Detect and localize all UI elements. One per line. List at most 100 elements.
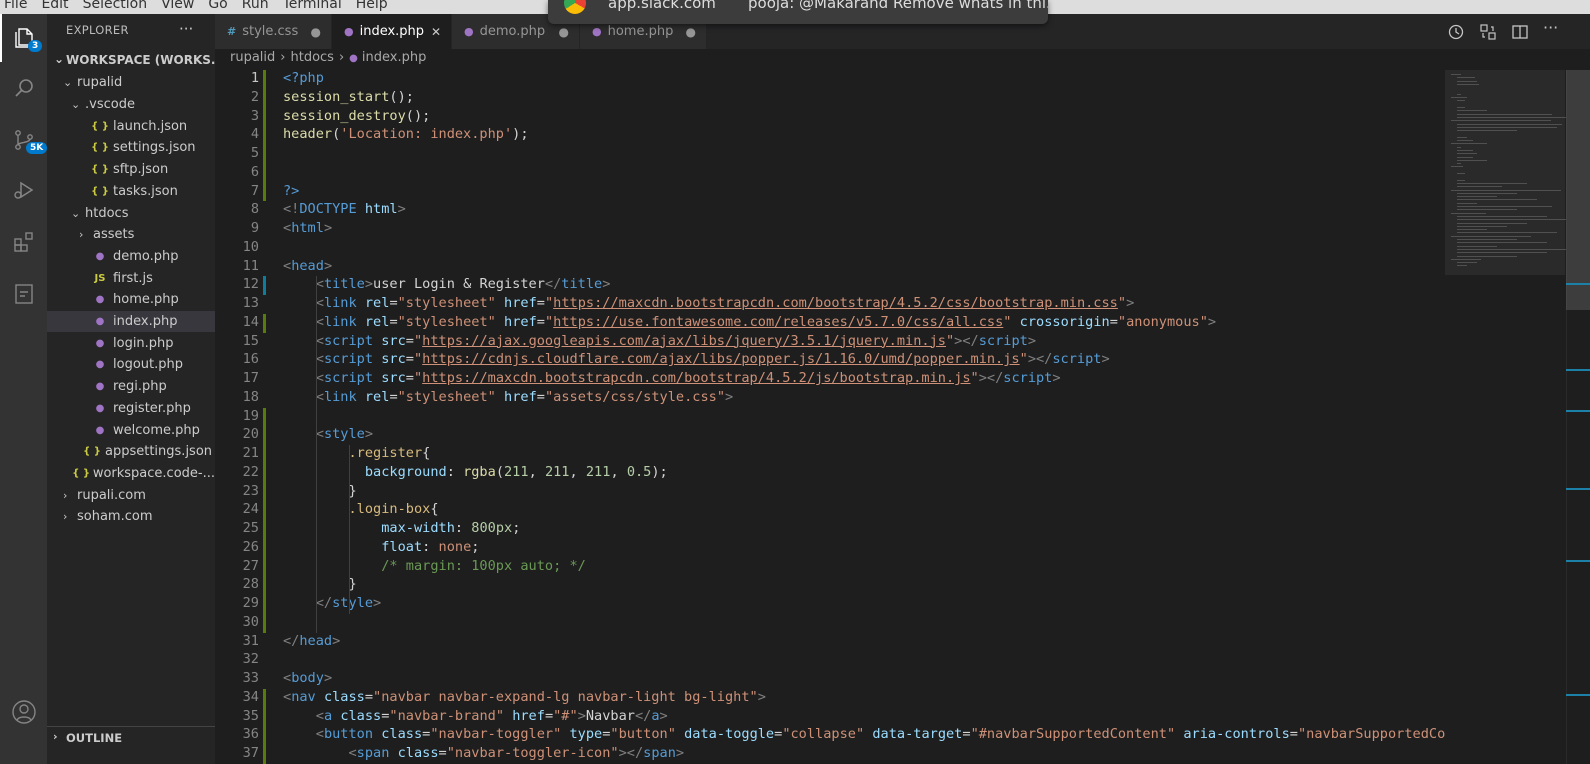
menu-item-edit[interactable]: Edit xyxy=(41,0,68,12)
tree-file[interactable]: ● login.php xyxy=(47,332,215,354)
code-line[interactable]: <script src="https://cdnjs.cloudflare.co… xyxy=(283,351,1110,367)
code-line[interactable]: max-width: 800px; xyxy=(283,520,520,536)
code-line[interactable]: <?php xyxy=(283,70,324,86)
code-line[interactable]: <a class="navbar-brand" href="#">Navbar<… xyxy=(283,708,668,724)
code-line[interactable]: <title>user Login & Register</title> xyxy=(283,276,611,292)
tab-index-php[interactable]: ● index.php ✕ xyxy=(332,14,452,49)
gutter-added-marker[interactable] xyxy=(263,163,266,183)
code-line[interactable]: <link rel="stylesheet" href="https://max… xyxy=(283,295,1135,311)
menu-item-file[interactable]: File xyxy=(4,0,27,12)
gutter-added-marker[interactable] xyxy=(263,520,266,539)
code-line[interactable]: </style> xyxy=(283,595,381,611)
tree-file[interactable]: { } workspace.code-... xyxy=(47,463,215,485)
code-line[interactable]: float: none; xyxy=(283,539,479,555)
code-editor[interactable]: 1 <?php 2 session_start(); 3 session_destroy(… xyxy=(215,70,1445,764)
breadcrumb-item[interactable]: index.php xyxy=(362,50,426,65)
gutter-added-marker[interactable] xyxy=(263,688,266,708)
tree-folder[interactable]: ⌄ rupalid xyxy=(47,72,215,94)
code-line[interactable]: <button class = "navbar-toggler" type = "but… xyxy=(283,726,1445,742)
tree-file[interactable]: { } tasks.json xyxy=(47,181,215,203)
tree-folder[interactable]: ⌄ htdocs xyxy=(47,202,215,224)
menu-item-terminal[interactable]: Terminal xyxy=(283,0,342,12)
gutter-added-marker[interactable] xyxy=(263,145,266,164)
code-line[interactable]: /* margin: 100px auto; */ xyxy=(283,558,586,574)
gutter-added-marker[interactable] xyxy=(263,426,266,445)
tree-folder[interactable]: › rupali.com xyxy=(47,484,215,506)
code-line[interactable]: <span class="navbar-toggler-icon"></span… xyxy=(283,745,684,761)
tree-file[interactable]: ● home.php xyxy=(47,289,215,311)
breadcrumb-item[interactable]: rupalid xyxy=(230,50,275,65)
code-line[interactable]: <style> xyxy=(283,426,373,442)
account-icon[interactable] xyxy=(0,688,47,736)
timeline-icon[interactable] xyxy=(1447,23,1465,45)
split-editor-icon[interactable] xyxy=(1511,23,1529,45)
gutter-added-marker[interactable] xyxy=(263,576,266,595)
code-line[interactable]: background: rgba(211, 211, 211, 0.5); xyxy=(283,464,668,480)
menu-item-help[interactable]: Help xyxy=(356,0,388,12)
notification-toast[interactable]: app.slack.com pooja: @Makarand Remove wh… xyxy=(548,0,1048,24)
gutter-added-marker[interactable] xyxy=(263,613,266,633)
gutter-added-marker[interactable] xyxy=(263,482,266,502)
code-line[interactable]: } xyxy=(283,576,356,592)
explorer-icon[interactable]: 3 xyxy=(0,14,47,62)
gutter-added-marker[interactable] xyxy=(263,182,266,202)
code-line[interactable]: <nav class="navbar navbar-expand-lg navb… xyxy=(283,689,766,705)
more-actions-icon[interactable]: ··· xyxy=(179,20,193,38)
gutter-added-marker[interactable] xyxy=(263,107,266,127)
tree-folder[interactable]: ⌄ .vscode xyxy=(47,94,215,116)
gutter-added-marker[interactable] xyxy=(263,445,266,464)
gutter-added-marker[interactable] xyxy=(263,126,266,145)
code-line[interactable]: </head> xyxy=(283,633,340,649)
gutter-added-marker[interactable] xyxy=(263,745,266,764)
code-line[interactable]: <!DOCTYPE html> xyxy=(283,201,406,217)
code-line[interactable]: <script src="https://maxcdn.bootstrapcdn… xyxy=(283,370,1061,386)
tab-style-css[interactable]: # style.css ● xyxy=(215,14,332,49)
unsaved-dot-icon[interactable]: ● xyxy=(311,25,321,39)
tree-file[interactable]: ● logout.php xyxy=(47,354,215,376)
gutter-added-marker[interactable] xyxy=(263,595,266,614)
code-line[interactable]: <link rel="stylesheet" href="assets/css/… xyxy=(283,389,733,405)
gutter-added-marker[interactable] xyxy=(263,70,266,89)
source-control-icon[interactable]: 5K xyxy=(0,116,48,164)
gutter-added-marker[interactable] xyxy=(263,88,266,108)
tree-file[interactable]: { } launch.json xyxy=(47,115,215,137)
gutter-added-marker[interactable] xyxy=(263,501,266,520)
outline-section[interactable]: › OUTLINE xyxy=(47,726,215,749)
menu-item-selection[interactable]: Selection xyxy=(83,0,148,12)
gutter-modified-marker[interactable] xyxy=(263,276,266,295)
tree-folder[interactable]: › assets xyxy=(47,224,215,246)
code-line[interactable]: <head> xyxy=(283,258,332,274)
code-line[interactable]: } xyxy=(283,483,356,499)
minimap[interactable] xyxy=(1445,70,1567,764)
tree-file[interactable]: JS first.js xyxy=(47,267,215,289)
tree-file[interactable]: ● demo.php xyxy=(47,246,215,268)
more-actions-icon[interactable]: ··· xyxy=(1543,18,1558,37)
menu-item-go[interactable]: Go xyxy=(208,0,227,12)
tree-folder[interactable]: › soham.com xyxy=(47,506,215,528)
gutter-added-marker[interactable] xyxy=(263,726,266,745)
tree-file[interactable]: { } settings.json xyxy=(47,137,215,159)
gutter-added-marker[interactable] xyxy=(263,313,266,333)
gutter-added-marker[interactable] xyxy=(263,557,266,577)
menu-item-view[interactable]: View xyxy=(161,0,194,12)
code-line[interactable]: <script src="https://ajax.googleapis.com… xyxy=(283,333,1036,349)
search-icon[interactable] xyxy=(0,64,47,112)
code-line[interactable]: <html> xyxy=(283,220,332,236)
gutter-added-marker[interactable] xyxy=(263,707,266,727)
tree-file[interactable]: { } sftp.json xyxy=(47,159,215,181)
tree-file[interactable]: ● regi.php xyxy=(47,376,215,398)
code-line[interactable]: ?> xyxy=(283,183,299,199)
code-line[interactable]: .register{ xyxy=(283,445,430,461)
code-line[interactable]: session_destroy(); xyxy=(283,108,430,124)
extensions-icon[interactable] xyxy=(0,218,47,266)
scrollbar-thumb[interactable] xyxy=(1566,70,1590,310)
unsaved-dot-icon[interactable]: ● xyxy=(559,25,569,39)
tree-file[interactable]: ● welcome.php xyxy=(47,419,215,441)
gutter-added-marker[interactable] xyxy=(263,538,266,558)
unsaved-dot-icon[interactable]: ● xyxy=(686,25,696,39)
breadcrumb-item[interactable]: htdocs xyxy=(290,50,333,65)
code-line[interactable]: <body> xyxy=(283,670,332,686)
code-line[interactable]: .login-box{ xyxy=(283,501,438,517)
tree-file[interactable]: ● index.php xyxy=(47,310,215,333)
run-debug-icon[interactable] xyxy=(0,166,47,214)
